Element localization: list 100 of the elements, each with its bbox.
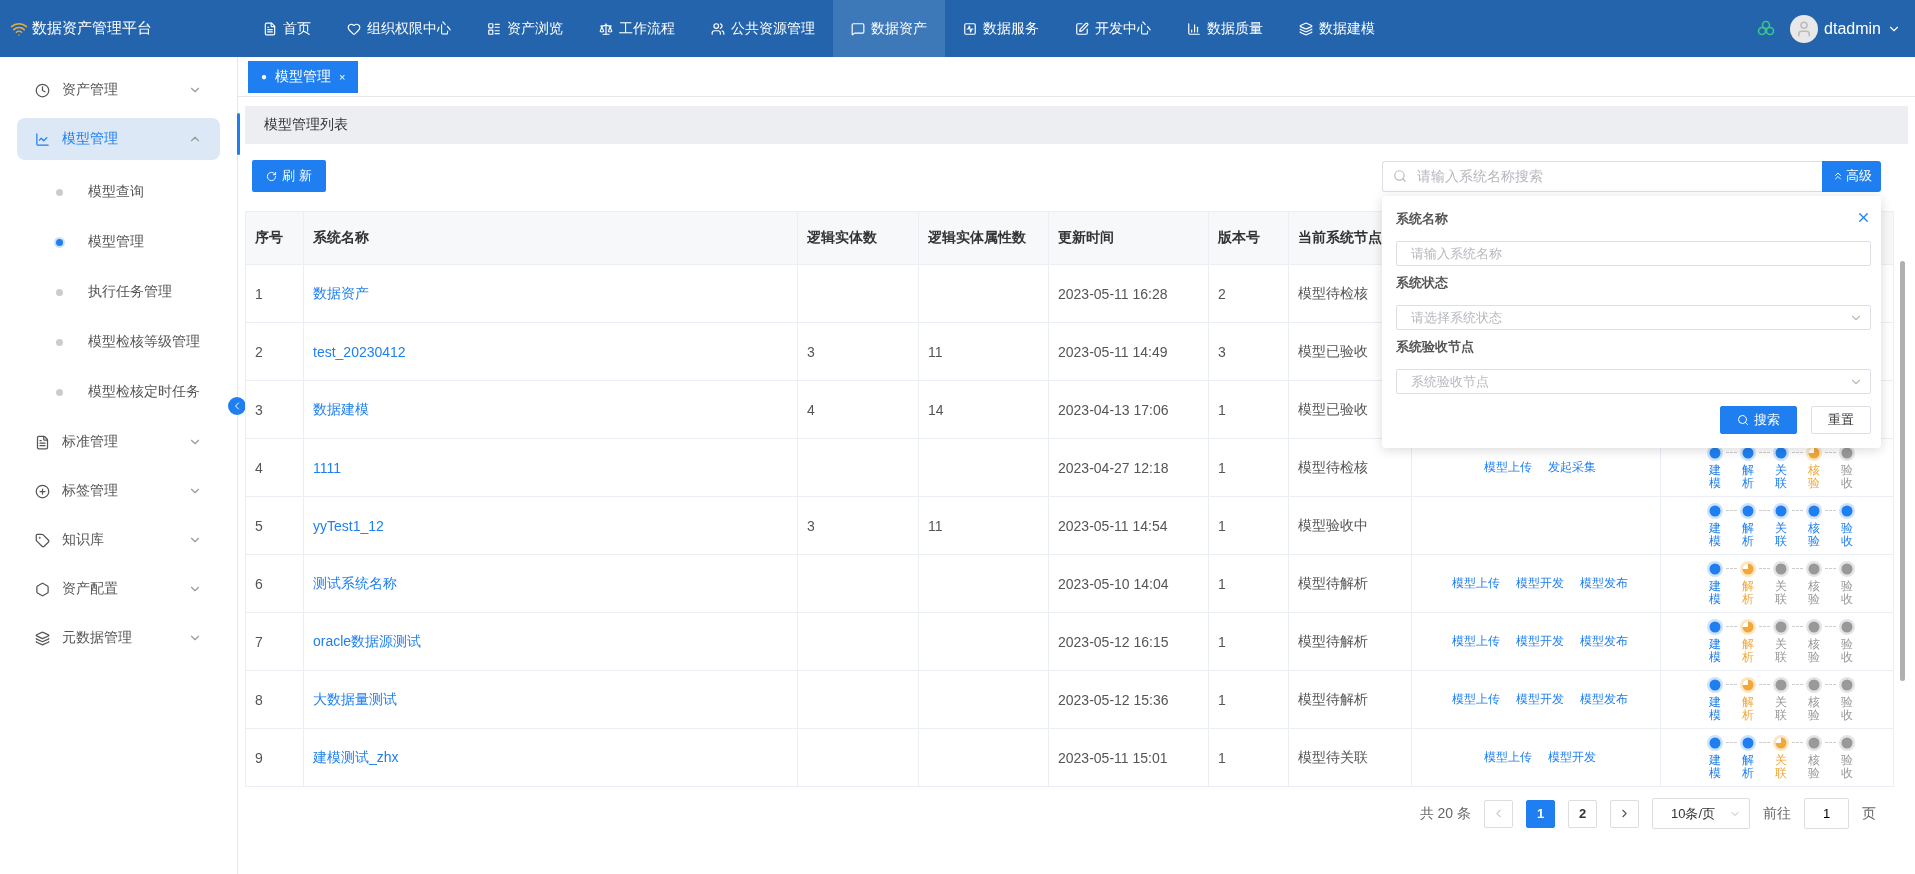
action-link[interactable]: 模型开发 — [1516, 575, 1564, 592]
nav-item[interactable]: 工作流程 — [581, 0, 693, 57]
sidebar-subitem[interactable]: 执行任务管理 — [0, 267, 237, 317]
search-button[interactable]: 搜索 — [1720, 406, 1797, 434]
step-label: 验收 — [1841, 579, 1853, 607]
step-label: 建模 — [1709, 521, 1721, 549]
step-label: 解析 — [1742, 579, 1754, 607]
input-field[interactable]: 请输入系统名称 — [1396, 241, 1871, 266]
step-label: 关联 — [1775, 637, 1787, 665]
action-link[interactable]: 发起采集 — [1548, 459, 1596, 476]
action-link[interactable]: 模型发布 — [1580, 691, 1628, 708]
step-label: 核验 — [1808, 753, 1820, 781]
close-icon[interactable] — [1856, 210, 1871, 225]
advanced-button[interactable]: 高级 — [1822, 160, 1881, 192]
sidebar-item[interactable]: 资产配置 — [17, 568, 220, 610]
action-link[interactable]: 模型开发 — [1516, 691, 1564, 708]
tag-icon — [35, 532, 50, 548]
clock-icon — [35, 82, 50, 98]
sidebar-label: 标准管理 — [62, 433, 119, 451]
sidebar-label: 资产管理 — [62, 81, 119, 99]
system-link[interactable]: oracle数据源测试 — [313, 632, 422, 649]
system-link[interactable]: 测试系统名称 — [313, 574, 397, 591]
system-link[interactable]: test_20230412 — [313, 343, 406, 360]
sidebar-item[interactable]: 知识库 — [17, 519, 220, 561]
close-icon[interactable]: × — [339, 70, 346, 83]
system-link[interactable]: 数据资产 — [313, 284, 369, 301]
action-link[interactable]: 模型开发 — [1516, 633, 1564, 650]
nav-item[interactable]: 数据资产 — [833, 0, 945, 57]
nav-item[interactable]: 数据质量 — [1169, 0, 1281, 57]
action-link[interactable]: 模型开发 — [1548, 749, 1596, 766]
page-suffix: 页 — [1862, 804, 1876, 823]
table-cell: 2 — [1208, 264, 1289, 323]
user-name[interactable]: dtadmin — [1824, 19, 1881, 38]
step-label: 解析 — [1742, 695, 1754, 723]
select-field[interactable]: 系统验收节点 — [1396, 369, 1871, 394]
page-tab[interactable]: ● 模型管理 × — [248, 60, 359, 93]
page-size-select[interactable]: 10条/页 — [1652, 798, 1750, 829]
nav-item[interactable]: 公共资源管理 — [693, 0, 833, 57]
step-label: 关联 — [1775, 695, 1787, 723]
table-cell: 2023-05-12 16:15 — [1048, 612, 1209, 671]
table-cell: 8 — [245, 670, 304, 729]
table-cell: 4 — [797, 380, 919, 439]
select-field[interactable]: 请选择系统状态 — [1396, 305, 1871, 330]
step-label: 核验 — [1808, 521, 1820, 549]
action-link[interactable]: 模型上传 — [1484, 459, 1532, 476]
nav-item[interactable]: 数据服务 — [945, 0, 1057, 57]
refresh-button[interactable]: 刷 新 — [252, 160, 326, 192]
collapse-button[interactable] — [228, 397, 246, 415]
sidebar-item[interactable]: 资产管理 — [17, 69, 220, 111]
page-input[interactable]: 1 — [1804, 798, 1849, 829]
page-button[interactable]: 1 — [1526, 799, 1555, 828]
nav-item[interactable]: 开发中心 — [1057, 0, 1169, 57]
sidebar-item[interactable]: 元数据管理 — [17, 617, 220, 659]
system-link[interactable]: yyTest1_12 — [313, 517, 384, 534]
step-label: 关联 — [1775, 579, 1787, 607]
sidebar-subitem[interactable]: 模型检核定时任务 — [0, 367, 237, 417]
step-label: 关联 — [1775, 753, 1787, 781]
action-link[interactable]: 模型上传 — [1452, 633, 1500, 650]
action-link[interactable]: 模型上传 — [1452, 691, 1500, 708]
system-link[interactable]: 大数据量测试 — [313, 690, 397, 707]
sidebar-subitem[interactable]: 模型管理 — [0, 217, 237, 267]
brand-title: 数据资产管理平台 — [32, 19, 152, 38]
goto-label: 前往 — [1763, 804, 1791, 823]
nav-item[interactable]: 组织权限中心 — [329, 0, 469, 57]
table-cell: 3 — [797, 322, 919, 381]
nav-item[interactable]: 资产浏览 — [469, 0, 581, 57]
system-link[interactable]: 1111 — [313, 459, 342, 476]
action-link[interactable]: 模型发布 — [1580, 575, 1628, 592]
layers-icon — [35, 630, 50, 646]
sidebar-label: 标签管理 — [62, 482, 119, 500]
step-label: 核验 — [1808, 695, 1820, 723]
table-cell: 5 — [245, 496, 304, 555]
action-link[interactable]: 模型上传 — [1484, 749, 1532, 766]
sidebar-item[interactable]: 模型管理 — [17, 118, 220, 160]
page-button[interactable]: 2 — [1568, 799, 1597, 828]
refresh-icon — [266, 170, 277, 182]
sidebar-subitem[interactable]: 模型检核等级管理 — [0, 317, 237, 367]
reset-button[interactable]: 重置 — [1811, 406, 1871, 434]
plus-circle-icon — [35, 483, 50, 499]
bar-chart-icon — [1187, 21, 1201, 36]
table-cell: 2023-04-27 12:18 — [1048, 438, 1209, 497]
scale-icon — [599, 21, 613, 36]
nav-item[interactable]: 首页 — [245, 0, 329, 57]
action-link[interactable]: 模型发布 — [1580, 633, 1628, 650]
system-link[interactable]: 建模测试_zhx — [313, 748, 399, 765]
scrollbar[interactable] — [1900, 261, 1905, 681]
sidebar-item[interactable]: 标准管理 — [17, 421, 220, 463]
avatar[interactable] — [1790, 14, 1819, 43]
action-link[interactable]: 模型上传 — [1452, 575, 1500, 592]
table-cell: 1 — [1208, 612, 1289, 671]
step-label: 建模 — [1709, 463, 1721, 491]
table-cell: 4 — [245, 438, 304, 497]
nav-item[interactable]: 数据建模 — [1281, 0, 1393, 57]
system-link[interactable]: 数据建模 — [313, 400, 369, 417]
sidebar-subitem[interactable]: 模型查询 — [0, 167, 237, 217]
step-label: 建模 — [1709, 579, 1721, 607]
search-field[interactable]: 请输入系统名称搜索 — [1382, 160, 1822, 192]
sidebar-item[interactable]: 标签管理 — [17, 470, 220, 512]
step-label: 建模 — [1709, 695, 1721, 723]
document-icon — [263, 21, 277, 36]
